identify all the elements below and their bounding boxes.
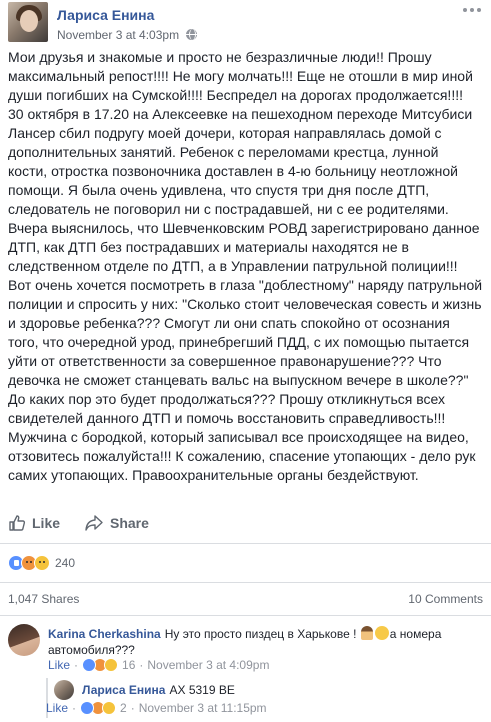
like-button-label: Like (32, 514, 61, 531)
post-text-line: полиции и спросить у них: "Сколько стоит… (8, 296, 482, 312)
separator-dot: · (130, 701, 135, 715)
post-timestamp[interactable]: November 3 at 4:03pm (57, 28, 179, 42)
post-text-line: дополнительных занятий. Ребенок с перело… (8, 144, 439, 160)
like-icon (80, 701, 95, 715)
comment-text: Ну это просто пиздец в Харькове ! (164, 627, 360, 641)
post-text-line: Лансер сбил подругу моей дочери, которая… (8, 125, 442, 141)
like-button[interactable]: Like (8, 509, 60, 536)
avatar-face (20, 10, 38, 32)
post-author-name[interactable]: Лариса Енина (57, 7, 154, 23)
commenter-name[interactable]: Karina Cherkashina (48, 627, 161, 641)
post-text-line: девочка не сможет станцевать вальс на вы… (8, 372, 469, 388)
commenter-avatar[interactable] (54, 680, 74, 700)
sad-icon (34, 555, 50, 571)
comment-meta: Like · 2 · November 3 at 11:15pm (46, 701, 267, 715)
reactions-summary[interactable]: 240 (8, 554, 75, 572)
commenter-avatar[interactable] (8, 624, 40, 656)
commenter-name[interactable]: Лариса Енина (82, 683, 165, 697)
separator-dot: · (74, 658, 79, 672)
like-icon (82, 658, 97, 672)
post-text-line: До каких пор это будет продолжаться??? П… (8, 391, 445, 407)
post-text-line: следственном отделе по ДТП, а в Управлен… (8, 258, 458, 274)
thumbs-up-icon (9, 514, 26, 531)
post-text-line: Вчера выяснилось, что Шевченковским РОВД… (8, 220, 480, 236)
post-text-line: свидетелей данного ДТП и помочь восстано… (8, 410, 446, 426)
share-button[interactable]: Share (84, 509, 149, 536)
comment-like-link[interactable]: Like (48, 658, 70, 672)
post-text-line: следователь не поговорил ни с пострадавш… (8, 201, 449, 217)
reaction-count: 240 (55, 556, 76, 570)
post-text-line: Мои друзья и знакомые и просто не безраз… (8, 49, 432, 65)
divider (0, 543, 491, 544)
post-text-line: отзовитесь пожалуйста!!! К сожалению, сп… (8, 448, 476, 464)
post-text-line: души погибших на Сумской!!!! Беспредел н… (8, 87, 463, 103)
author-avatar[interactable] (8, 2, 48, 42)
shares-count[interactable]: 1,047 Shares (8, 592, 79, 606)
comment-reaction-count[interactable]: 16 (122, 658, 135, 672)
post-text-line: кости, отростка позвоночника доставлен в… (8, 163, 458, 179)
more-dot-icon (470, 8, 474, 12)
post-text-line: и здоровье ребенка??? Смогут ли они спат… (8, 315, 450, 331)
comment-item: Karina Cherkashina Ну это просто пиздец в… (8, 624, 483, 674)
post-meta: November 3 at 4:03pm (57, 28, 198, 42)
comment-timestamp[interactable]: November 3 at 11:15pm (139, 701, 267, 715)
post-body: Мои друзья и знакомые и просто не безраз… (8, 48, 486, 485)
comment-meta: Like · 16 · November 3 at 4:09pm (48, 658, 269, 672)
post-text-line: ДТП, как ДТП без пострадавших и материал… (8, 239, 409, 255)
post-text-line: самих утопающих. Правоохранительные орга… (8, 467, 419, 483)
comment-timestamp[interactable]: November 3 at 4:09pm (147, 658, 269, 672)
more-dot-icon (463, 8, 467, 12)
post-text-line: уйти от ответственности за совершенное п… (8, 353, 442, 369)
share-arrow-icon (85, 514, 103, 531)
share-button-label: Share (110, 514, 149, 531)
reply-item: Лариса Енина АХ 5319 ВЕ Like · 2 · Novemb… (46, 680, 483, 720)
post-text-line: Вот очень хочется посмотреть в глаза "до… (8, 277, 483, 293)
divider (0, 582, 491, 583)
globe-icon (186, 29, 198, 40)
post-text-line: 30 октября в 17.20 на Алексеевке на пеше… (8, 106, 473, 122)
comment-body: Karina Cherkashina Ну это просто пиздец в… (48, 626, 480, 658)
more-dot-icon (477, 8, 481, 12)
post-action-bar: Like Share (8, 509, 483, 536)
woman-shrugging-emoji-icon (360, 626, 373, 640)
comment-body: Лариса Енина АХ 5319 ВЕ (82, 682, 482, 698)
comment-reaction-count[interactable]: 2 (120, 701, 127, 715)
separator-dot: · (139, 658, 144, 672)
divider (0, 615, 491, 616)
sad-icon (104, 658, 119, 672)
post-text-line: того, что очередной урод, принебрегший П… (8, 334, 470, 350)
comments-count[interactable]: 10 Comments (408, 592, 483, 606)
post-text-line: Мужчина с бородкой, который записывал вс… (8, 429, 469, 445)
post-header: Лариса Енина November 3 at 4:03pm (8, 2, 483, 42)
separator-dot: · (72, 701, 77, 715)
comment-text: АХ 5319 ВЕ (169, 683, 235, 697)
post-text-line: максимальный репост!!!! Не могу молчать!… (8, 68, 473, 84)
comment-like-link[interactable]: Like (46, 701, 68, 715)
post-options-button[interactable] (461, 2, 483, 18)
sad-icon (102, 701, 117, 715)
post-text-line: помощи. Я была очень удивлена, что спуст… (8, 182, 430, 198)
crying-face-emoji-icon (374, 626, 389, 640)
